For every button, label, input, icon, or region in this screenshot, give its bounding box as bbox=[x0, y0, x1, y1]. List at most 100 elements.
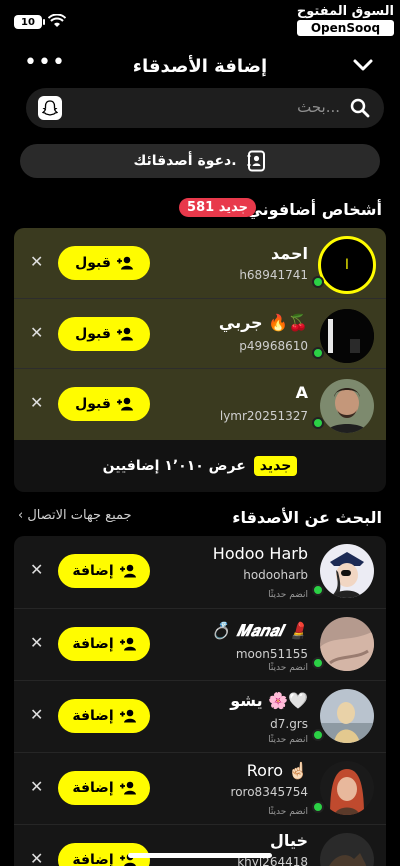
avatar[interactable]: ا bbox=[318, 236, 376, 294]
list-item[interactable]: Hodoo Harb hodooharb انضم حديثًا إضافة ✕ bbox=[14, 536, 386, 608]
status-bar: 10 السوق المفتوح OpenSooq bbox=[0, 0, 400, 44]
joined-recently-label: انضم حديثًا bbox=[268, 590, 308, 600]
watermark-english: OpenSooq bbox=[296, 20, 394, 36]
friend-username: h68941741 bbox=[239, 268, 308, 282]
contacts-book-icon bbox=[247, 150, 265, 172]
add-label: إضافة bbox=[72, 563, 114, 579]
battery-icon: 10 bbox=[14, 15, 45, 29]
avatar-image bbox=[320, 617, 374, 671]
add-friend-button[interactable]: إضافة bbox=[58, 554, 150, 588]
avatar-letter: ا bbox=[345, 257, 349, 273]
avatar[interactable] bbox=[320, 544, 374, 598]
invite-label: دعوة أصدقائك. bbox=[133, 153, 237, 169]
add-friend-button[interactable]: إضافة bbox=[58, 627, 150, 661]
invite-friends-button[interactable]: دعوة أصدقائك. bbox=[20, 144, 380, 178]
avatar[interactable] bbox=[320, 761, 374, 815]
avatar-image bbox=[320, 689, 374, 743]
avatar[interactable] bbox=[320, 833, 374, 866]
friend-username: p49968610 bbox=[239, 339, 308, 353]
new-requests-badge: 581 جديد bbox=[179, 198, 256, 217]
search-bar[interactable]: بحث... bbox=[26, 88, 384, 128]
find-friends-title: البحث عن الأصدقاء bbox=[232, 508, 382, 527]
add-friend-icon bbox=[119, 781, 136, 795]
search-input[interactable]: بحث... bbox=[297, 98, 340, 116]
friend-username: lymr20251327 bbox=[219, 409, 308, 423]
list-item[interactable]: 💍 𝑴𝒂𝒏𝒂𝒍 💄 moon51155 انضم حديثًا إضافة ✕ bbox=[14, 608, 386, 680]
show-more-requests-button[interactable]: عرض ١٬٠١٠ إضافيين جديد bbox=[14, 440, 386, 492]
avatar[interactable] bbox=[320, 689, 374, 743]
list-item[interactable]: جربي 🔥🍒 p49968610 قبول ✕ bbox=[14, 298, 386, 368]
friend-username: roro8345754 bbox=[230, 785, 308, 799]
dismiss-button[interactable]: ✕ bbox=[30, 560, 43, 579]
friend-username: d7.grs bbox=[270, 717, 308, 731]
dismiss-button[interactable]: ✕ bbox=[30, 633, 43, 652]
dismiss-button[interactable]: ✕ bbox=[30, 252, 43, 271]
online-indicator bbox=[312, 801, 324, 813]
avatar[interactable] bbox=[320, 309, 374, 363]
dismiss-button[interactable]: ✕ bbox=[30, 323, 43, 342]
avatar[interactable] bbox=[320, 379, 374, 433]
dismiss-button[interactable]: ✕ bbox=[30, 393, 43, 412]
joined-recently-label: انضم حديثًا bbox=[268, 663, 308, 673]
page-title: إضافة الأصدقاء bbox=[132, 56, 268, 77]
dismiss-button[interactable]: ✕ bbox=[30, 777, 43, 796]
online-indicator bbox=[312, 584, 324, 596]
friend-name: A bbox=[295, 383, 308, 402]
friend-name: 💍 𝑴𝒂𝒏𝒂𝒍 💄 bbox=[210, 621, 308, 640]
avatar-image bbox=[320, 379, 374, 433]
add-friend-button[interactable]: إضافة bbox=[58, 699, 150, 733]
avatar-image bbox=[320, 309, 374, 363]
list-item[interactable]: يشو 🌸🤍 d7.grs انضم حديثًا إضافة ✕ bbox=[14, 680, 386, 752]
friend-name: خيال bbox=[270, 831, 308, 850]
added-me-list: ا احمد h68941741 قبول ✕ جربي 🔥🍒 p4996861… bbox=[14, 228, 386, 440]
accept-label: قبول bbox=[75, 326, 111, 342]
add-label: إضافة bbox=[72, 708, 114, 724]
online-indicator bbox=[312, 729, 324, 741]
avatar[interactable] bbox=[320, 617, 374, 671]
list-item[interactable]: خيال khyl264418 إضافة ✕ bbox=[14, 824, 386, 866]
watermark-arabic: السوق المفتوح bbox=[296, 4, 394, 19]
online-indicator bbox=[312, 347, 324, 359]
online-indicator bbox=[312, 417, 324, 429]
add-friend-icon bbox=[116, 256, 133, 270]
header: ••• إضافة الأصدقاء bbox=[0, 48, 400, 84]
new-badge: جديد bbox=[253, 456, 298, 476]
home-indicator[interactable] bbox=[128, 853, 272, 858]
add-label: إضافة bbox=[72, 780, 114, 796]
friend-username: moon51155 bbox=[235, 647, 308, 661]
friend-name: احمد bbox=[271, 244, 308, 263]
avatar-image bbox=[320, 544, 374, 598]
list-item[interactable]: ا احمد h68941741 قبول ✕ bbox=[14, 228, 386, 298]
accept-button[interactable]: قبول bbox=[58, 317, 150, 351]
all-contacts-link[interactable]: ‹ جميع جهات الاتصال bbox=[18, 508, 132, 523]
online-indicator bbox=[312, 657, 324, 669]
dismiss-button[interactable]: ✕ bbox=[30, 849, 43, 866]
avatar-image bbox=[320, 833, 374, 866]
dismiss-button[interactable]: ✕ bbox=[30, 705, 43, 724]
list-item[interactable]: Roro ☝🏻 roro8345754 انضم حديثًا إضافة ✕ bbox=[14, 752, 386, 824]
accept-label: قبول bbox=[75, 255, 111, 271]
add-friend-button[interactable]: إضافة bbox=[58, 771, 150, 805]
accept-label: قبول bbox=[75, 396, 111, 412]
all-contacts-label: جميع جهات الاتصال bbox=[27, 508, 132, 523]
list-item[interactable]: A lymr20251327 قبول ✕ bbox=[14, 368, 386, 438]
chevron-down-icon[interactable] bbox=[352, 56, 374, 74]
wifi-icon bbox=[48, 14, 66, 27]
accept-button[interactable]: قبول bbox=[58, 387, 150, 421]
battery-level: 10 bbox=[21, 16, 35, 28]
friend-name: جربي 🔥🍒 bbox=[218, 313, 308, 332]
joined-recently-label: انضم حديثًا bbox=[268, 735, 308, 745]
show-more-text: عرض ١٬٠١٠ إضافيين bbox=[102, 458, 246, 474]
accept-button[interactable]: قبول bbox=[58, 246, 150, 280]
add-friend-icon bbox=[116, 397, 133, 411]
add-friend-icon bbox=[116, 327, 133, 341]
add-label: إضافة bbox=[72, 852, 114, 866]
add-friend-icon bbox=[119, 709, 136, 723]
add-friend-icon bbox=[119, 564, 136, 578]
joined-recently-label: انضم حديثًا bbox=[268, 807, 308, 817]
friend-name: Roro ☝🏻 bbox=[246, 761, 308, 780]
friend-name: Hodoo Harb bbox=[212, 544, 308, 563]
added-me-title: أشخاص أضافوني bbox=[246, 200, 382, 219]
online-indicator bbox=[312, 276, 324, 288]
snapchat-ghost-icon[interactable] bbox=[38, 96, 62, 120]
